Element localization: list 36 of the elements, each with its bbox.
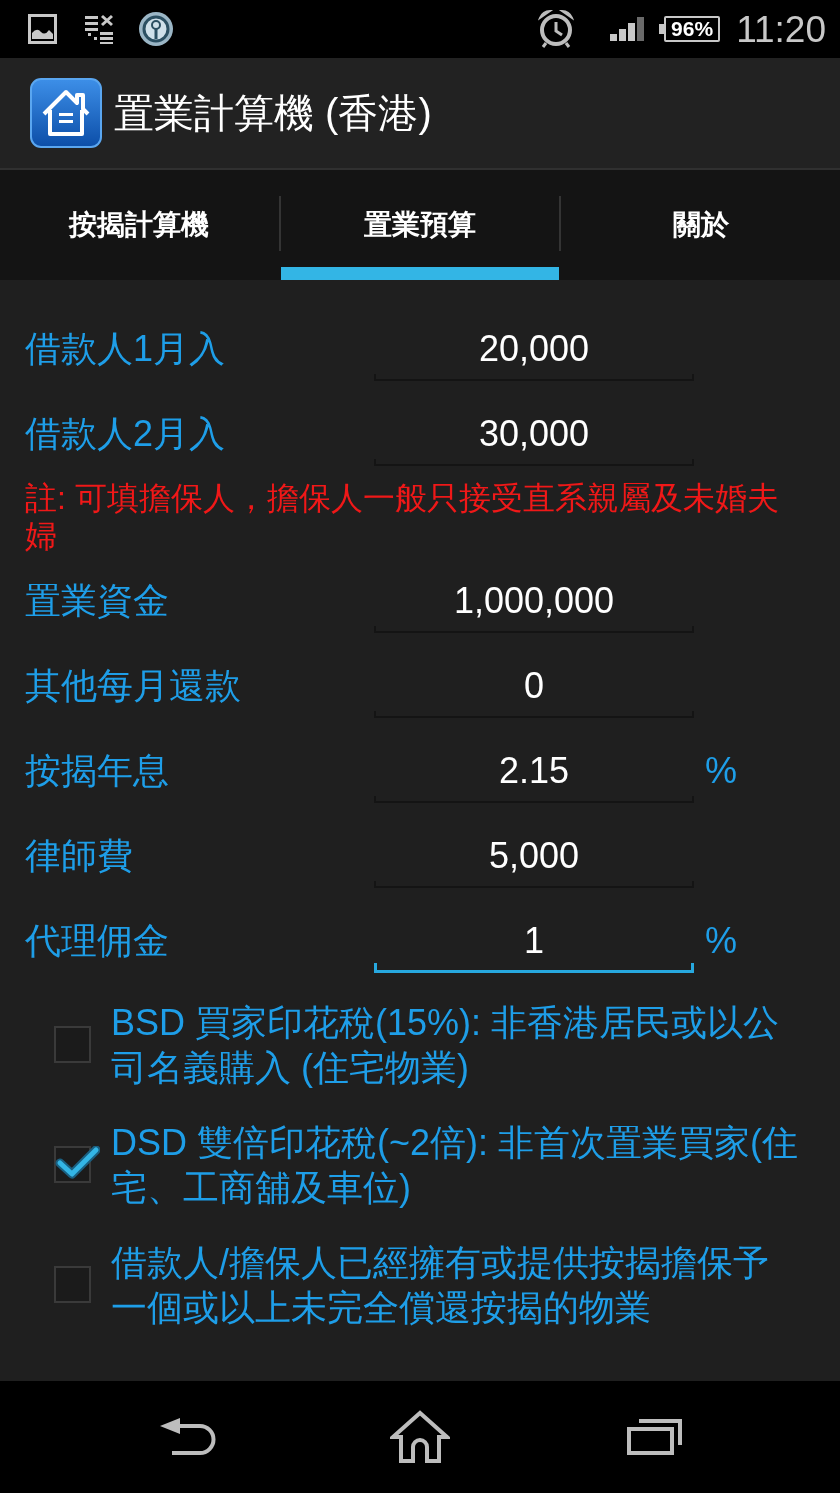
list-icon [85, 14, 114, 44]
field-label: 借款人1月入 [25, 330, 227, 367]
status-time: 11:20 [736, 10, 826, 48]
field-label: 借款人2月入 [25, 415, 227, 452]
unit-label: % [705, 922, 737, 959]
tab[interactable]: 按揭計算機 [0, 170, 279, 280]
field-label: 置業資金 [25, 582, 170, 619]
input-field[interactable]: 30,000 [374, 401, 694, 466]
input-field[interactable]: 0 [374, 653, 694, 718]
field-label: 律師費 [25, 837, 134, 874]
input-field[interactable]: 2.15 [374, 738, 694, 803]
tab[interactable]: 置業預算 [280, 170, 560, 280]
recent-apps-icon[interactable] [627, 1419, 682, 1455]
signal-icon [610, 17, 647, 41]
house-icon [30, 78, 102, 148]
unit-label: % [705, 752, 737, 789]
home-icon[interactable] [390, 1410, 450, 1464]
input-field[interactable]: 1 [374, 908, 694, 973]
input-field[interactable]: 1,000,000 [374, 568, 694, 633]
checkbox[interactable] [54, 1146, 100, 1184]
battery-indicator: 96% [659, 16, 721, 42]
keyhole-icon [138, 11, 174, 47]
note-text: 註: 可填擔保人，擔保人一般只接受直系親屬及未婚夫婦 [25, 479, 780, 555]
tab[interactable]: 關於 [561, 170, 840, 280]
alarm-clock-icon [538, 9, 575, 49]
image-icon [28, 14, 57, 44]
input-field[interactable]: 20,000 [374, 316, 694, 381]
input-field[interactable]: 5,000 [374, 823, 694, 888]
checkbox-label: DSD 雙倍印花稅(~2倍): 非首次置業買家(住宅、工商舖及車位) [111, 1121, 800, 1210]
app-title: 置業計算機 (香港) [114, 93, 432, 133]
field-label: 按揭年息 [25, 752, 170, 789]
field-label: 代理佣金 [25, 922, 170, 959]
back-icon[interactable] [160, 1417, 216, 1457]
checkbox-label: 借款人/擔保人已經擁有或提供按揭擔保予一個或以上未完全償還按揭的物業 [111, 1241, 770, 1330]
checkbox-label: BSD 買家印花稅(15%): 非香港居民或以公司名義購入 (住宅物業) [111, 1001, 781, 1090]
field-label: 其他每月還款 [25, 667, 242, 704]
